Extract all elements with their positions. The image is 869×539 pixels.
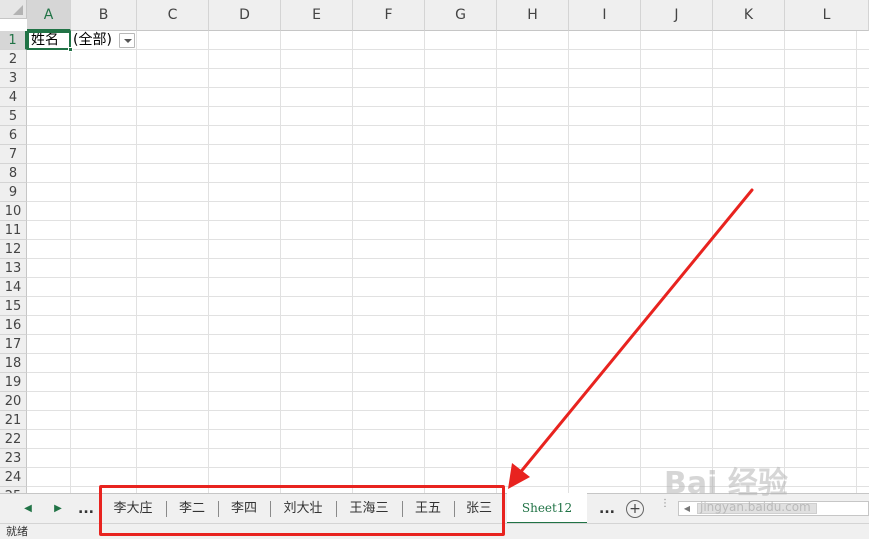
row-header-11[interactable]: 11 [0, 221, 27, 240]
gridline [27, 163, 869, 164]
row-header-1[interactable]: 1 [0, 31, 27, 50]
row-header-7[interactable]: 7 [0, 145, 27, 164]
cell-b1[interactable]: (全部) [73, 31, 112, 50]
more-sheets-left-button[interactable]: ... [77, 494, 95, 524]
column-header-d[interactable]: D [209, 0, 281, 31]
row-header-3[interactable]: 3 [0, 69, 27, 88]
filter-dropdown-button[interactable] [119, 33, 135, 48]
column-header-j[interactable]: J [641, 0, 713, 31]
column-header-f[interactable]: F [353, 0, 425, 31]
row-header-10[interactable]: 10 [0, 202, 27, 221]
gridline [856, 31, 857, 493]
sheet-tab-active[interactable]: Sheet12 [507, 493, 587, 524]
gridline [27, 296, 869, 297]
scroll-left-icon[interactable]: ◀ [680, 503, 694, 514]
gridline [27, 410, 869, 411]
gridline [27, 220, 869, 221]
gridline [27, 182, 869, 183]
gridline [27, 315, 869, 316]
column-header-a[interactable]: A [27, 0, 71, 31]
row-header-6[interactable]: 6 [0, 126, 27, 145]
select-all-triangle-icon [13, 5, 23, 15]
row-header-5[interactable]: 5 [0, 107, 27, 126]
gridline [27, 448, 869, 449]
column-header-b[interactable]: B [71, 0, 137, 31]
gridline [280, 31, 281, 493]
gridline [70, 31, 71, 493]
gridline [496, 31, 497, 493]
prev-sheet-button[interactable]: ◀ [18, 494, 38, 524]
column-header-c[interactable]: C [137, 0, 209, 31]
row-header-23[interactable]: 23 [0, 449, 27, 468]
row-header-15[interactable]: 15 [0, 297, 27, 316]
row-header-22[interactable]: 22 [0, 430, 27, 449]
column-header-k[interactable]: K [713, 0, 785, 31]
gridline [27, 87, 869, 88]
select-all-corner[interactable] [0, 0, 27, 19]
gridline [27, 277, 869, 278]
more-sheets-right-button[interactable]: ... [598, 494, 616, 524]
gridline [27, 391, 869, 392]
row-header-4[interactable]: 4 [0, 88, 27, 107]
row-header-24[interactable]: 24 [0, 468, 27, 487]
gridline [27, 68, 869, 69]
gridline [712, 31, 713, 493]
row-header-18[interactable]: 18 [0, 354, 27, 373]
watermark-url: jingyan.baidu.com [700, 500, 811, 514]
gridline [27, 201, 869, 202]
column-header-i[interactable]: I [569, 0, 641, 31]
row-header-13[interactable]: 13 [0, 259, 27, 278]
row-header-8[interactable]: 8 [0, 164, 27, 183]
spreadsheet-grid[interactable]: A B C D E F G H I J K L 1 2 3 4 5 6 7 8 … [0, 0, 869, 493]
gridline [27, 334, 869, 335]
watermark-logo: Bai 经验 [664, 466, 788, 501]
status-text: 就绪 [6, 525, 28, 538]
gridline [27, 429, 869, 430]
row-header-14[interactable]: 14 [0, 278, 27, 297]
selected-cell-border [27, 31, 71, 50]
row-header-17[interactable]: 17 [0, 335, 27, 354]
splitter-dots-icon[interactable]: ⋮ [660, 499, 670, 509]
add-sheet-icon[interactable]: + [626, 500, 644, 518]
gridline [27, 125, 869, 126]
row-header-9[interactable]: 9 [0, 183, 27, 202]
row-header-16[interactable]: 16 [0, 316, 27, 335]
triangle-left-icon: ◀ [24, 503, 32, 514]
gridline [784, 31, 785, 493]
column-header-l[interactable]: L [785, 0, 869, 31]
row-header-2[interactable]: 2 [0, 50, 27, 69]
gridline [208, 31, 209, 493]
annotation-highlight-box [99, 485, 505, 536]
gridline [27, 258, 869, 259]
gridline [352, 31, 353, 493]
gridline [424, 31, 425, 493]
next-sheet-button[interactable]: ▶ [48, 494, 68, 524]
gridline [27, 144, 869, 145]
triangle-right-icon: ▶ [54, 503, 62, 514]
column-header-e[interactable]: E [281, 0, 353, 31]
row-header-19[interactable]: 19 [0, 373, 27, 392]
column-header-g[interactable]: G [425, 0, 497, 31]
gridline [27, 106, 869, 107]
gridline [27, 372, 869, 373]
gridline [136, 31, 137, 493]
gridline [27, 353, 869, 354]
row-header-20[interactable]: 20 [0, 392, 27, 411]
gridline [27, 49, 869, 50]
row-header-12[interactable]: 12 [0, 240, 27, 259]
column-header-h[interactable]: H [497, 0, 569, 31]
fill-handle[interactable] [68, 47, 73, 52]
gridline [640, 31, 641, 493]
gridline [568, 31, 569, 493]
row-header-21[interactable]: 21 [0, 411, 27, 430]
gridline [27, 239, 869, 240]
